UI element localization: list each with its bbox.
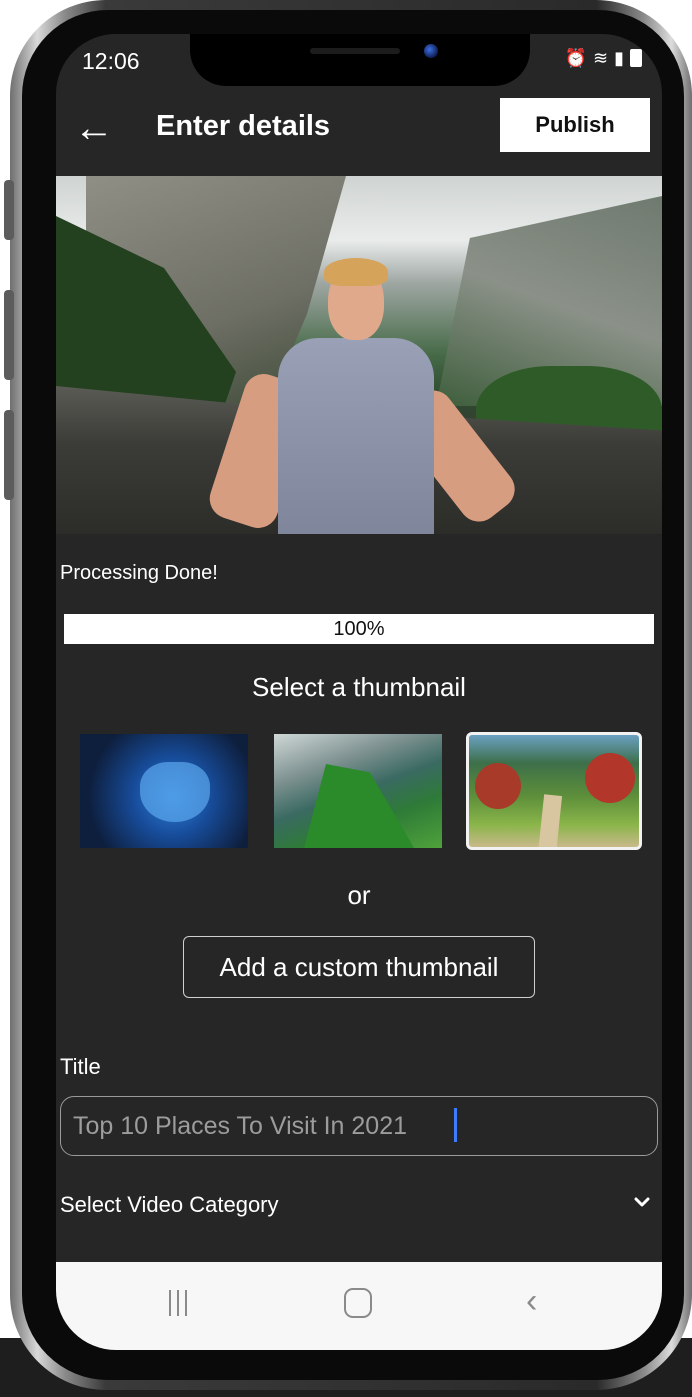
- category-label: Select Video Category: [60, 1192, 279, 1217]
- thumbnail-option-3-selected[interactable]: [466, 732, 642, 850]
- signal-icon: ▮: [614, 48, 624, 68]
- progress-percent: 100%: [333, 618, 385, 640]
- volume-down-button: [4, 410, 14, 500]
- wifi-icon: ≋: [593, 48, 609, 68]
- status-icons: ⏰ ≋ ▮: [565, 48, 642, 68]
- add-custom-thumbnail-button[interactable]: Add a custom thumbnail: [183, 936, 535, 998]
- alarm-icon: ⏰: [564, 48, 587, 68]
- progress-bar: 100%: [64, 614, 654, 644]
- thumbnail-option-1[interactable]: [80, 734, 248, 848]
- front-camera: [424, 44, 438, 58]
- battery-icon: [630, 49, 642, 67]
- title-label: Title: [60, 1054, 101, 1079]
- video-preview[interactable]: [56, 176, 662, 534]
- chevron-down-icon: [634, 1197, 650, 1207]
- arrow-left-icon[interactable]: ←: [74, 108, 114, 148]
- speaker: [310, 48, 400, 54]
- page-title: Enter details: [156, 110, 331, 142]
- publish-button[interactable]: Publish: [500, 98, 650, 152]
- back-chevron-icon[interactable]: ‹: [526, 1284, 537, 1318]
- app-screen: 12:06 ⏰ ≋ ▮ ← Enter details Publish Proc…: [56, 34, 662, 1350]
- or-separator: or: [347, 880, 371, 910]
- title-input[interactable]: [60, 1096, 658, 1156]
- status-time: 12:06: [82, 48, 140, 74]
- notch: [190, 34, 530, 86]
- home-icon[interactable]: [344, 1288, 372, 1318]
- text-caret: [454, 1108, 457, 1142]
- thumbnail-heading: Select a thumbnail: [252, 672, 466, 702]
- processing-status: Processing Done!: [60, 562, 218, 584]
- volume-up-button: [4, 290, 14, 380]
- system-nav-bar: ‹: [56, 1262, 662, 1350]
- recent-apps-icon[interactable]: [164, 1290, 192, 1318]
- video-category-dropdown[interactable]: Select Video Category: [56, 1184, 662, 1228]
- side-button: [4, 180, 14, 240]
- app-bar: ← Enter details Publish: [56, 94, 662, 172]
- thumbnail-option-2[interactable]: [274, 734, 442, 848]
